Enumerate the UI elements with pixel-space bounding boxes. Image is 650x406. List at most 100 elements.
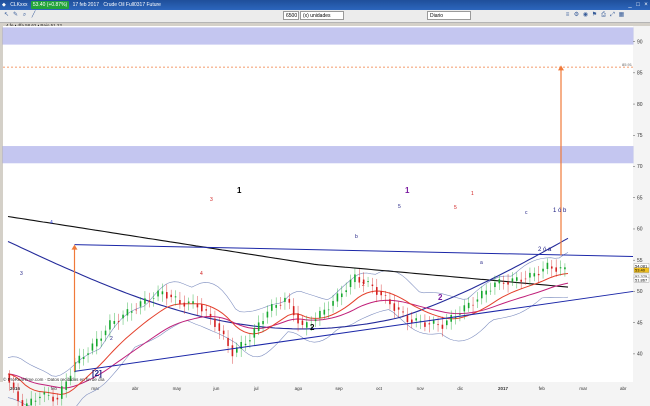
candle-body: [424, 322, 426, 327]
candle-body: [555, 267, 557, 272]
x-tick-label: oct: [376, 386, 383, 391]
x-tick-label: jun: [212, 386, 220, 391]
x-tick-label: mar: [579, 386, 587, 391]
x-tick-label: 2017: [498, 386, 509, 391]
y-tick-label: 45: [637, 320, 643, 326]
candle-body: [87, 353, 89, 355]
candle-body: [441, 324, 444, 329]
candle-body: [301, 320, 304, 325]
y-tick-label: 75: [637, 133, 643, 139]
x-tick-label: dic: [457, 386, 464, 391]
x-tick-label: sep: [335, 386, 343, 391]
candle-body: [47, 395, 50, 396]
y-tick-label: 65: [637, 195, 643, 201]
candle-body: [183, 302, 186, 307]
wave-label: 4: [50, 220, 53, 226]
candle-body: [476, 299, 479, 302]
x-tick-label: 2016: [10, 386, 21, 391]
wave-label: 4: [200, 271, 203, 277]
candle-body: [494, 282, 496, 288]
x-tick-label: nov: [417, 386, 425, 391]
candle-body: [389, 299, 391, 305]
candle-body: [459, 314, 461, 315]
candle-body: [135, 309, 137, 311]
candle-body: [100, 338, 102, 341]
candle-body: [411, 319, 413, 323]
x-tick-label: ago: [295, 386, 303, 391]
candle-body: [327, 309, 330, 311]
candle-body: [376, 287, 378, 295]
candle-body: [393, 303, 396, 311]
candle-body: [126, 309, 129, 316]
candle-body: [78, 355, 81, 364]
candle-body: [91, 343, 94, 351]
candle-body: [292, 306, 295, 316]
wave-label: 2 ó a: [538, 247, 552, 253]
candle-body: [249, 340, 251, 342]
candle-body: [367, 281, 369, 283]
x-tick-label: feb: [539, 386, 546, 391]
candle-body: [529, 272, 531, 278]
candle-body: [52, 396, 54, 402]
y-tick-label: 70: [637, 164, 643, 170]
candle-body: [96, 338, 98, 347]
wave-label: 1: [471, 191, 474, 197]
candle-body: [266, 311, 269, 318]
x-tick-label: abr: [132, 386, 139, 391]
candle-body: [428, 323, 431, 325]
candle-body: [187, 301, 190, 304]
price-tag-label: 51.867: [635, 277, 648, 282]
wave-label: a: [480, 260, 483, 266]
wave-label: 5: [398, 204, 401, 210]
candle-body: [275, 304, 277, 308]
candle-body: [380, 291, 382, 296]
candle-body: [227, 337, 229, 346]
candle-body: [144, 298, 146, 304]
candle-body: [533, 273, 536, 277]
candle-body: [152, 298, 155, 299]
candle-body: [354, 274, 356, 283]
wave-label: 3: [210, 197, 213, 203]
candle-body: [122, 314, 124, 319]
candle-body: [345, 290, 347, 293]
candle-body: [222, 330, 225, 335]
candle-body: [192, 301, 194, 304]
candle-body: [516, 277, 518, 281]
candle-body: [485, 290, 487, 295]
candle-body: [297, 313, 299, 324]
candle-body: [511, 278, 514, 282]
candle-body: [161, 291, 164, 295]
candle-body: [39, 396, 41, 399]
candle-body: [288, 298, 291, 303]
candle-body: [21, 400, 24, 406]
wave-label: 2: [310, 323, 315, 332]
candle-body: [61, 386, 63, 399]
candle-body: [559, 267, 562, 269]
candle-body: [472, 304, 474, 306]
resistance-band-lower: [2, 146, 634, 164]
candle-body: [244, 343, 247, 346]
price-axis: [633, 26, 650, 382]
candle-body: [323, 309, 326, 315]
candle-body: [498, 279, 501, 284]
candle-body: [564, 267, 566, 270]
candle-body: [432, 320, 435, 324]
candle-body: [537, 273, 540, 276]
candle-body: [205, 309, 207, 311]
wave-label: 1 ó b: [553, 208, 567, 214]
y-tick-label: 90: [637, 39, 643, 45]
candle-body: [30, 398, 32, 406]
price-chart[interactable]: 404550556065707580859085.912016 feb mar abr…: [0, 0, 650, 406]
candle-body: [117, 321, 120, 323]
wave-label: 1: [405, 186, 410, 195]
wave-label: 2: [362, 282, 365, 288]
candle-body: [341, 293, 343, 298]
candle-body: [214, 318, 216, 327]
candle-body: [43, 392, 46, 395]
candle-body: [12, 382, 15, 388]
candle-body: [507, 282, 509, 285]
candle-body: [179, 300, 181, 304]
candle-body: [113, 320, 116, 324]
target-value-label: 85.91: [622, 62, 633, 67]
candle-body: [65, 381, 67, 390]
